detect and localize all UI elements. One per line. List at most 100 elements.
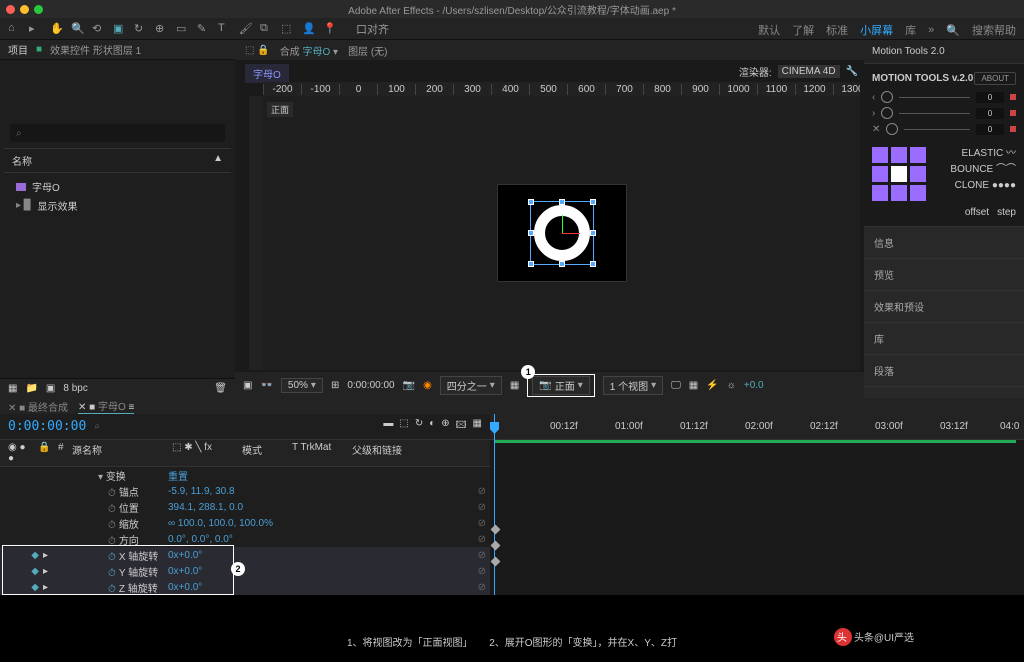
library-panel[interactable]: 库: [864, 322, 1024, 354]
ws-more[interactable]: »: [928, 24, 934, 36]
work-area[interactable]: [494, 440, 1016, 443]
tl-row[interactable]: ◆▸⏱Y 轴旋转0x+0.0°⊘: [0, 563, 490, 579]
time-display[interactable]: 0:00:00:00: [347, 380, 394, 391]
project-search[interactable]: ⌕: [10, 124, 225, 142]
composition-preview[interactable]: [497, 184, 627, 282]
lock-icon[interactable]: ⬚ 🔒: [245, 45, 270, 56]
keyframe-icon[interactable]: [491, 525, 501, 535]
tl-row[interactable]: ⏱锚点-5.9, 11.9, 30.8⊘: [0, 483, 490, 499]
comp-icon[interactable]: ▣: [46, 383, 55, 394]
mt-slider-row[interactable]: ✕0: [872, 123, 1016, 135]
exposure-icon[interactable]: ☼: [727, 380, 736, 391]
effects-presets-panel[interactable]: 效果和预设: [864, 290, 1024, 322]
rotate-tool-icon[interactable]: ↻: [134, 22, 148, 36]
minimize-icon[interactable]: [20, 5, 29, 14]
mt-step[interactable]: step: [997, 207, 1016, 218]
mt-clone[interactable]: CLONE ●●●●: [950, 178, 1016, 194]
effects-tab[interactable]: 效果控件 形状图层 1: [50, 42, 141, 57]
mt-offset[interactable]: offset: [965, 207, 989, 218]
tl-row[interactable]: ⏱缩放∞ 100.0, 100.0, 100.0%⊘: [0, 515, 490, 531]
time-ruler[interactable]: 00:12f 01:00f 01:12f 02:00f 02:12f 03:00…: [490, 414, 1024, 440]
views-dropdown[interactable]: 1 个视图 ▾: [603, 376, 663, 395]
paragraph-panel[interactable]: 段落: [864, 354, 1024, 386]
hand-tool-icon[interactable]: ✋: [50, 22, 64, 36]
motion-tools-header[interactable]: Motion Tools 2.0: [864, 40, 1024, 64]
keyframe-icon[interactable]: [491, 541, 501, 551]
folder-icon[interactable]: 📁: [25, 383, 37, 394]
col-mode[interactable]: 模式: [238, 442, 288, 464]
mt-elastic[interactable]: ELASTIC 〰: [950, 146, 1016, 162]
ws-standard[interactable]: 标准: [826, 22, 848, 38]
mask-icon[interactable]: ▣: [243, 380, 252, 391]
bpc-label[interactable]: 8 bpc: [63, 383, 87, 394]
tl-icon[interactable]: ▬: [383, 418, 393, 435]
tl-icon[interactable]: ↻: [415, 418, 423, 435]
playhead[interactable]: [494, 414, 495, 595]
stamp-tool-icon[interactable]: ⧉: [260, 22, 274, 36]
close-icon[interactable]: [6, 5, 15, 14]
mt-anchor-grid[interactable]: [872, 147, 926, 201]
res-icon[interactable]: ⊞: [331, 380, 339, 391]
view-dropdown[interactable]: 📷 正面 ▾: [532, 376, 589, 395]
ws-small[interactable]: 小屏幕: [860, 22, 893, 38]
align-label[interactable]: 口对齐: [356, 21, 389, 37]
home-icon[interactable]: ⌂: [8, 22, 22, 36]
axis-gizmo[interactable]: [562, 233, 563, 234]
ws-learn[interactable]: 了解: [792, 22, 814, 38]
brush-tool-icon[interactable]: 🖌: [239, 22, 253, 36]
tl-row[interactable]: ⏱位置394.1, 288.1, 0.0⊘: [0, 499, 490, 515]
selection-tool-icon[interactable]: ▸: [29, 22, 43, 36]
project-tab[interactable]: 项目: [8, 42, 28, 57]
orbit-tool-icon[interactable]: ⟲: [92, 22, 106, 36]
info-panel[interactable]: 信息: [864, 226, 1024, 258]
pin-tool-icon[interactable]: 📍: [323, 22, 337, 36]
bounding-box[interactable]: [530, 201, 594, 265]
channel-icon[interactable]: ◉: [423, 380, 432, 391]
mt-bounce[interactable]: BOUNCE ⌒⌒: [950, 162, 1016, 178]
layer-tab[interactable]: 图层 (无): [348, 43, 387, 58]
snapshot-icon[interactable]: 📷: [403, 380, 415, 391]
search-icon[interactable]: ⌕: [94, 421, 100, 432]
trash-icon[interactable]: 🗑: [214, 383, 227, 394]
col-name[interactable]: 源名称: [68, 442, 168, 464]
3d-icon[interactable]: 👓: [260, 380, 272, 391]
ws-default[interactable]: 默认: [758, 22, 780, 38]
sort-icon[interactable]: ▲: [213, 153, 223, 168]
res-dropdown[interactable]: 四分之一 ▾: [440, 376, 502, 395]
tl-row[interactable]: ⏱方向0.0°, 0.0°, 0.0°⊘: [0, 531, 490, 547]
ws-lib[interactable]: 库: [905, 22, 916, 38]
col-parent[interactable]: 父级和链接: [348, 442, 406, 464]
bin-icon[interactable]: ▦: [8, 383, 17, 394]
timecode[interactable]: 0:00:00:00: [8, 419, 86, 434]
eraser-tool-icon[interactable]: ⬚: [281, 22, 295, 36]
window-controls[interactable]: [6, 5, 43, 14]
canvas[interactable]: 正面: [263, 96, 860, 370]
tl-row[interactable]: ▾ 变换重置: [0, 467, 490, 483]
tl-tab[interactable]: ✕ ■ 最终合成: [8, 399, 68, 414]
tl-tab-active[interactable]: ✕ ■ 字母O ≡: [78, 398, 134, 414]
tl-icon[interactable]: 🖾: [456, 418, 467, 435]
view-icon[interactable]: 🖵: [671, 380, 681, 391]
tl-row[interactable]: ◆▸⏱X 轴旋转0x+0.0°⊘: [0, 547, 490, 563]
text-tool-icon[interactable]: T: [218, 22, 232, 36]
mt-about-button[interactable]: ABOUT: [974, 72, 1016, 85]
project-item[interactable]: ▸ ▉显示效果: [4, 196, 231, 215]
roto-tool-icon[interactable]: 👤: [302, 22, 316, 36]
comp-tab[interactable]: 合成 字母O ▾: [280, 43, 338, 58]
grid-icon[interactable]: ▦: [510, 380, 519, 391]
search-help[interactable]: 搜索帮助: [972, 22, 1016, 38]
tl-icon[interactable]: ◐: [429, 418, 435, 435]
tl-row[interactable]: ◆▸⏱Z 轴旋转0x+0.0°⊘: [0, 579, 490, 595]
keyframe-icon[interactable]: [491, 557, 501, 567]
mt-slider-row[interactable]: ›0: [872, 107, 1016, 119]
aec-value[interactable]: +0.0: [744, 380, 764, 391]
col-trkmat[interactable]: T TrkMat: [288, 442, 348, 464]
timeline-right[interactable]: 00:12f 01:00f 01:12f 02:00f 02:12f 03:00…: [490, 414, 1024, 595]
pen-tool-icon[interactable]: ✎: [197, 22, 211, 36]
mt-slider-row[interactable]: ‹0: [872, 91, 1016, 103]
name-header[interactable]: 名称: [12, 153, 32, 168]
tl-icon[interactable]: ⬚: [399, 418, 408, 435]
anchor-tool-icon[interactable]: ⊕: [155, 22, 169, 36]
preview-panel[interactable]: 预览: [864, 258, 1024, 290]
rect-tool-icon[interactable]: ▭: [176, 22, 190, 36]
